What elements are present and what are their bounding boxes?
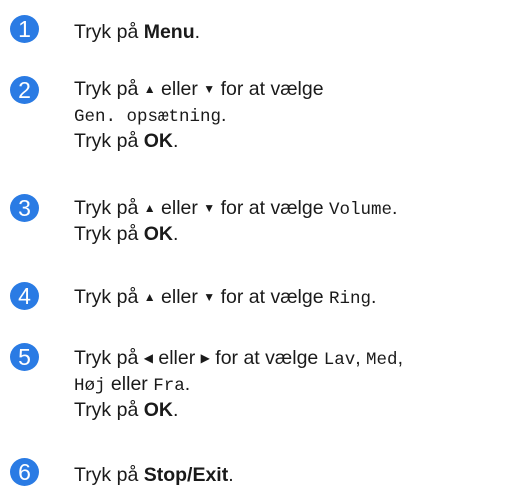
text: . — [221, 104, 227, 126]
text: for at vælge — [215, 197, 329, 219]
text: . — [194, 21, 201, 43]
option-high: Høj — [74, 376, 106, 396]
instruction-line: Tryk på ▲ eller ▼ for at vælge — [74, 76, 324, 102]
instruction-line: Tryk på ◀ eller ▶ for at vælge Lav, Med, — [74, 345, 403, 371]
text: Tryk på — [74, 464, 144, 486]
instruction-line: Tryk på Stop/Exit. — [74, 462, 234, 488]
text: Tryk på — [74, 78, 144, 100]
text: Tryk på — [74, 347, 144, 369]
down-arrow-icon: ▼ — [203, 290, 216, 304]
text: . — [172, 130, 179, 152]
menu-option: Ring — [329, 289, 372, 309]
instruction-line: Tryk på Menu. — [74, 19, 200, 45]
text: Tryk på — [74, 286, 144, 308]
step-text: Tryk på ▲ eller ▼ for at vælge Ring. — [74, 284, 376, 310]
text: Tryk på — [74, 21, 144, 43]
text: eller — [152, 347, 201, 369]
instruction-line: Høj eller Fra. — [74, 371, 403, 397]
text: . — [392, 197, 398, 219]
step-number-badge: 1 — [10, 15, 39, 43]
text: Tryk på — [74, 223, 144, 245]
text: eller — [155, 78, 204, 100]
instruction-line: Tryk på OK. — [74, 397, 403, 423]
instruction-line: Tryk på ▲ eller ▼ for at vælge Volume. — [74, 195, 397, 221]
ok-key: OK — [143, 399, 173, 421]
step-number-badge: 4 — [10, 282, 39, 310]
text: for at vælge — [209, 347, 324, 369]
ok-key: OK — [143, 223, 173, 245]
step-text: Tryk på ◀ eller ▶ for at vælge Lav, Med,… — [74, 345, 403, 423]
step-text: Tryk på Stop/Exit. — [74, 462, 234, 488]
ok-key: OK — [143, 130, 173, 152]
text: . — [172, 399, 179, 421]
step-text: Tryk på ▲ eller ▼ for at vælge Gen. opsæ… — [74, 76, 324, 154]
option-low: Lav — [323, 350, 356, 370]
up-arrow-icon: ▲ — [143, 290, 156, 304]
text: Tryk på — [74, 399, 144, 421]
menu-key: Menu — [143, 21, 195, 43]
menu-option: Gen. opsætning — [74, 107, 222, 127]
right-arrow-icon: ▶ — [200, 351, 210, 365]
text: . — [184, 373, 191, 395]
text: Tryk på — [74, 130, 144, 152]
step-number-badge: 6 — [10, 458, 39, 486]
text: Tryk på — [74, 197, 144, 219]
up-arrow-icon: ▲ — [143, 82, 156, 96]
up-arrow-icon: ▲ — [143, 201, 156, 215]
step-text: Tryk på Menu. — [74, 19, 200, 45]
down-arrow-icon: ▼ — [203, 82, 216, 96]
text: . — [172, 223, 179, 245]
text: eller — [155, 197, 204, 219]
step-text: Tryk på ▲ eller ▼ for at vælge Volume. T… — [74, 195, 397, 247]
text: , — [397, 347, 403, 369]
menu-option: Volume — [329, 200, 393, 220]
text: , — [355, 347, 367, 369]
left-arrow-icon: ◀ — [143, 351, 153, 365]
instruction-line: Tryk på ▲ eller ▼ for at vælge Ring. — [74, 284, 376, 310]
instruction-line: Tryk på OK. — [74, 221, 397, 247]
option-off: Fra — [153, 376, 185, 396]
down-arrow-icon: ▼ — [203, 201, 216, 215]
text: for at vælge — [215, 78, 324, 100]
instruction-line: Tryk på OK. — [74, 128, 324, 154]
stop-exit-key: Stop/Exit — [143, 464, 229, 486]
step-number-badge: 3 — [10, 194, 39, 222]
step-number-badge: 2 — [10, 76, 39, 104]
text: for at vælge — [215, 286, 329, 308]
text: eller — [105, 373, 154, 395]
text: . — [371, 286, 377, 308]
text: . — [228, 464, 234, 486]
option-med: Med — [366, 350, 398, 370]
text: eller — [155, 286, 204, 308]
instruction-line: Gen. opsætning. — [74, 102, 324, 128]
step-number-badge: 5 — [10, 343, 39, 371]
